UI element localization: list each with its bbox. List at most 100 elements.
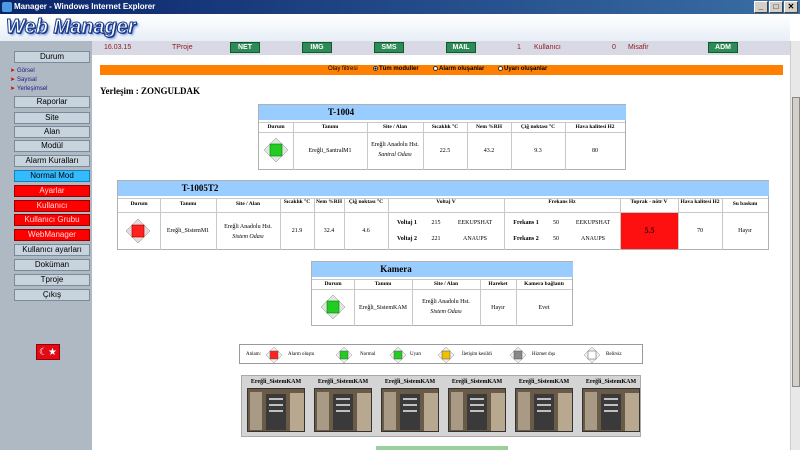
module-name[interactable]: Ereğli_SistemKAM	[354, 304, 412, 312]
col-header: Tanımı	[179, 201, 197, 207]
col-header: Çiğ noktası °C	[520, 124, 556, 130]
module-name[interactable]: Ereğli_SistemM1	[160, 227, 216, 235]
legend-status-icon	[438, 347, 454, 363]
camera-connection-value: Evet	[538, 305, 550, 311]
bottom-bar	[376, 446, 508, 450]
menu-alan[interactable]: Alan	[14, 126, 90, 138]
camera-thumbnail[interactable]: Ereğli_SistemKAM	[446, 379, 508, 435]
col-header: Sıcaklık °C	[431, 124, 459, 130]
filter-alarm[interactable]: Alarm oluşanlar	[433, 66, 484, 72]
menu-webmanager[interactable]: WebManager	[14, 229, 90, 241]
status-date: 16.03.15	[104, 44, 132, 51]
guest-count: 0	[612, 44, 616, 51]
menu-alarm-kuralları[interactable]: Alarm Kuralları	[14, 155, 90, 167]
status-normal-icon[interactable]	[264, 138, 288, 162]
menu-ayarlar[interactable]: Ayarlar	[14, 185, 90, 197]
menu-normal-mod[interactable]: Normal Mod	[14, 170, 90, 182]
legend-label: İletişim kesildi	[462, 352, 492, 357]
col-header: Sıcaklık °C	[283, 199, 311, 205]
turkish-flag-icon[interactable]: ☾★	[36, 344, 60, 360]
menu-kullanıcı-grubu[interactable]: Kullanıcı Grubu	[14, 214, 90, 226]
app-logo: Web Manager	[6, 16, 137, 39]
menu-tproje[interactable]: Tproje	[14, 274, 90, 286]
camera-image[interactable]	[448, 388, 506, 432]
minimize-button[interactable]: _	[754, 1, 768, 13]
panel-title: Kamera	[312, 262, 480, 277]
scrollbar-thumb[interactable]	[792, 97, 800, 387]
legend-label: Uyarı	[410, 352, 422, 357]
menu-doküman[interactable]: Doküman	[14, 259, 90, 271]
arrow-icon: ➤	[10, 86, 16, 92]
sms-button[interactable]: SMS	[374, 42, 404, 53]
panel-title: T-1005T2	[118, 181, 282, 196]
legend-status-icon	[336, 347, 352, 363]
col-header: Durum	[130, 201, 148, 207]
col-header: Durum	[324, 281, 342, 287]
air-quality-value: 80	[592, 148, 598, 154]
voltage1-label: Voltaj 1	[397, 220, 417, 226]
area-name: Santral Odası	[378, 152, 412, 158]
camera-panel: Kamera Durum Tanımı Site / Alan Hareket …	[311, 261, 573, 326]
camera-name: Ereğli_SistemKAM	[518, 379, 570, 385]
menu-çıkış[interactable]: Çıkış	[14, 289, 90, 301]
humidity-value: 43.2	[483, 148, 495, 154]
camera-thumbnail[interactable]: Ereğli_SistemKAM	[513, 379, 575, 435]
radio-alarm[interactable]	[433, 66, 438, 71]
sub-item-yerlesimsel[interactable]: ➤ Yerleşimsel	[10, 85, 48, 92]
legend: Anlam: Alarm oluştu Normal Uyarı İletişim k…	[239, 344, 643, 364]
camera-thumbnail[interactable]: Ereğli_SistemKAM	[580, 379, 642, 435]
legend-label: Normal	[360, 352, 376, 357]
legend-status-icon	[510, 347, 526, 363]
module-name[interactable]: Ereğli_SantralM1	[293, 147, 367, 155]
menu-kullanıcı-ayarları[interactable]: Kullanıcı ayarları	[14, 244, 90, 256]
col-header: Toprak - nötr V	[630, 199, 668, 205]
camera-image[interactable]	[582, 388, 640, 432]
motion-value: Hayır	[491, 305, 505, 311]
camera-image[interactable]	[381, 388, 439, 432]
camera-thumbnail[interactable]: Ereğli_SistemKAM	[245, 379, 307, 435]
voltage1-value: 215	[431, 220, 441, 226]
camera-thumbnail[interactable]: Ereğli_SistemKAM	[312, 379, 374, 435]
vertical-scrollbar[interactable]	[790, 41, 800, 450]
sub-item-sayisal[interactable]: ➤ Sayısal	[10, 76, 37, 83]
arrow-icon: ➤	[10, 77, 16, 83]
status-normal-icon[interactable]	[321, 295, 345, 319]
camera-name: Ereğli_SistemKAM	[384, 379, 436, 385]
col-header: Site / Alan	[235, 201, 261, 207]
menu-modül[interactable]: Modül	[14, 140, 90, 152]
img-button[interactable]: IMG	[302, 42, 332, 53]
camera-name: Ereğli_SistemKAM	[250, 379, 302, 385]
frequency2-label: Frekans 2	[513, 236, 539, 242]
col-header: Site / Alan	[382, 124, 408, 130]
col-header: Nem %RH	[315, 199, 343, 205]
camera-image[interactable]	[314, 388, 372, 432]
camera-image[interactable]	[247, 388, 305, 432]
menu-durum[interactable]: Durum	[14, 51, 90, 63]
close-button[interactable]: ✕	[784, 1, 798, 13]
legend-status-icon	[266, 347, 282, 363]
radio-all[interactable]	[373, 66, 378, 71]
menu-kullanıcı[interactable]: Kullanıcı	[14, 200, 90, 212]
status-bar: 16.03.15 TProje NET IMG SMS MAIL 1 Kulla…	[92, 41, 790, 55]
sub-item-gorsel[interactable]: ➤ Görsel	[10, 67, 35, 74]
col-header: Tanımı	[321, 124, 339, 130]
maximize-button[interactable]: □	[769, 1, 783, 13]
camera-image[interactable]	[515, 388, 573, 432]
frequency2-value: 50	[553, 236, 559, 242]
dew-point-value: 4.6	[362, 228, 370, 234]
filter-warning[interactable]: Uyarı oluşanlar	[498, 66, 547, 72]
adm-button[interactable]: ADM	[708, 42, 738, 53]
mail-button[interactable]: MAIL	[446, 42, 476, 53]
temperature-value: 22.5	[439, 148, 451, 154]
status-alarm-icon[interactable]	[126, 219, 150, 243]
net-button[interactable]: NET	[230, 42, 260, 53]
user-count: 1	[517, 44, 521, 51]
menu-site[interactable]: Site	[14, 112, 90, 124]
col-header: Su baskını	[732, 201, 758, 207]
filter-all[interactable]: Tüm moduller	[373, 66, 419, 72]
col-header: Site / Alan	[433, 281, 459, 287]
radio-warning[interactable]	[498, 66, 503, 71]
camera-thumbnail[interactable]: Ereğli_SistemKAM	[379, 379, 441, 435]
menu-raporlar[interactable]: Raporlar	[14, 96, 90, 108]
window-titlebar: Manager - Windows Internet Explorer _ □ …	[0, 0, 800, 14]
